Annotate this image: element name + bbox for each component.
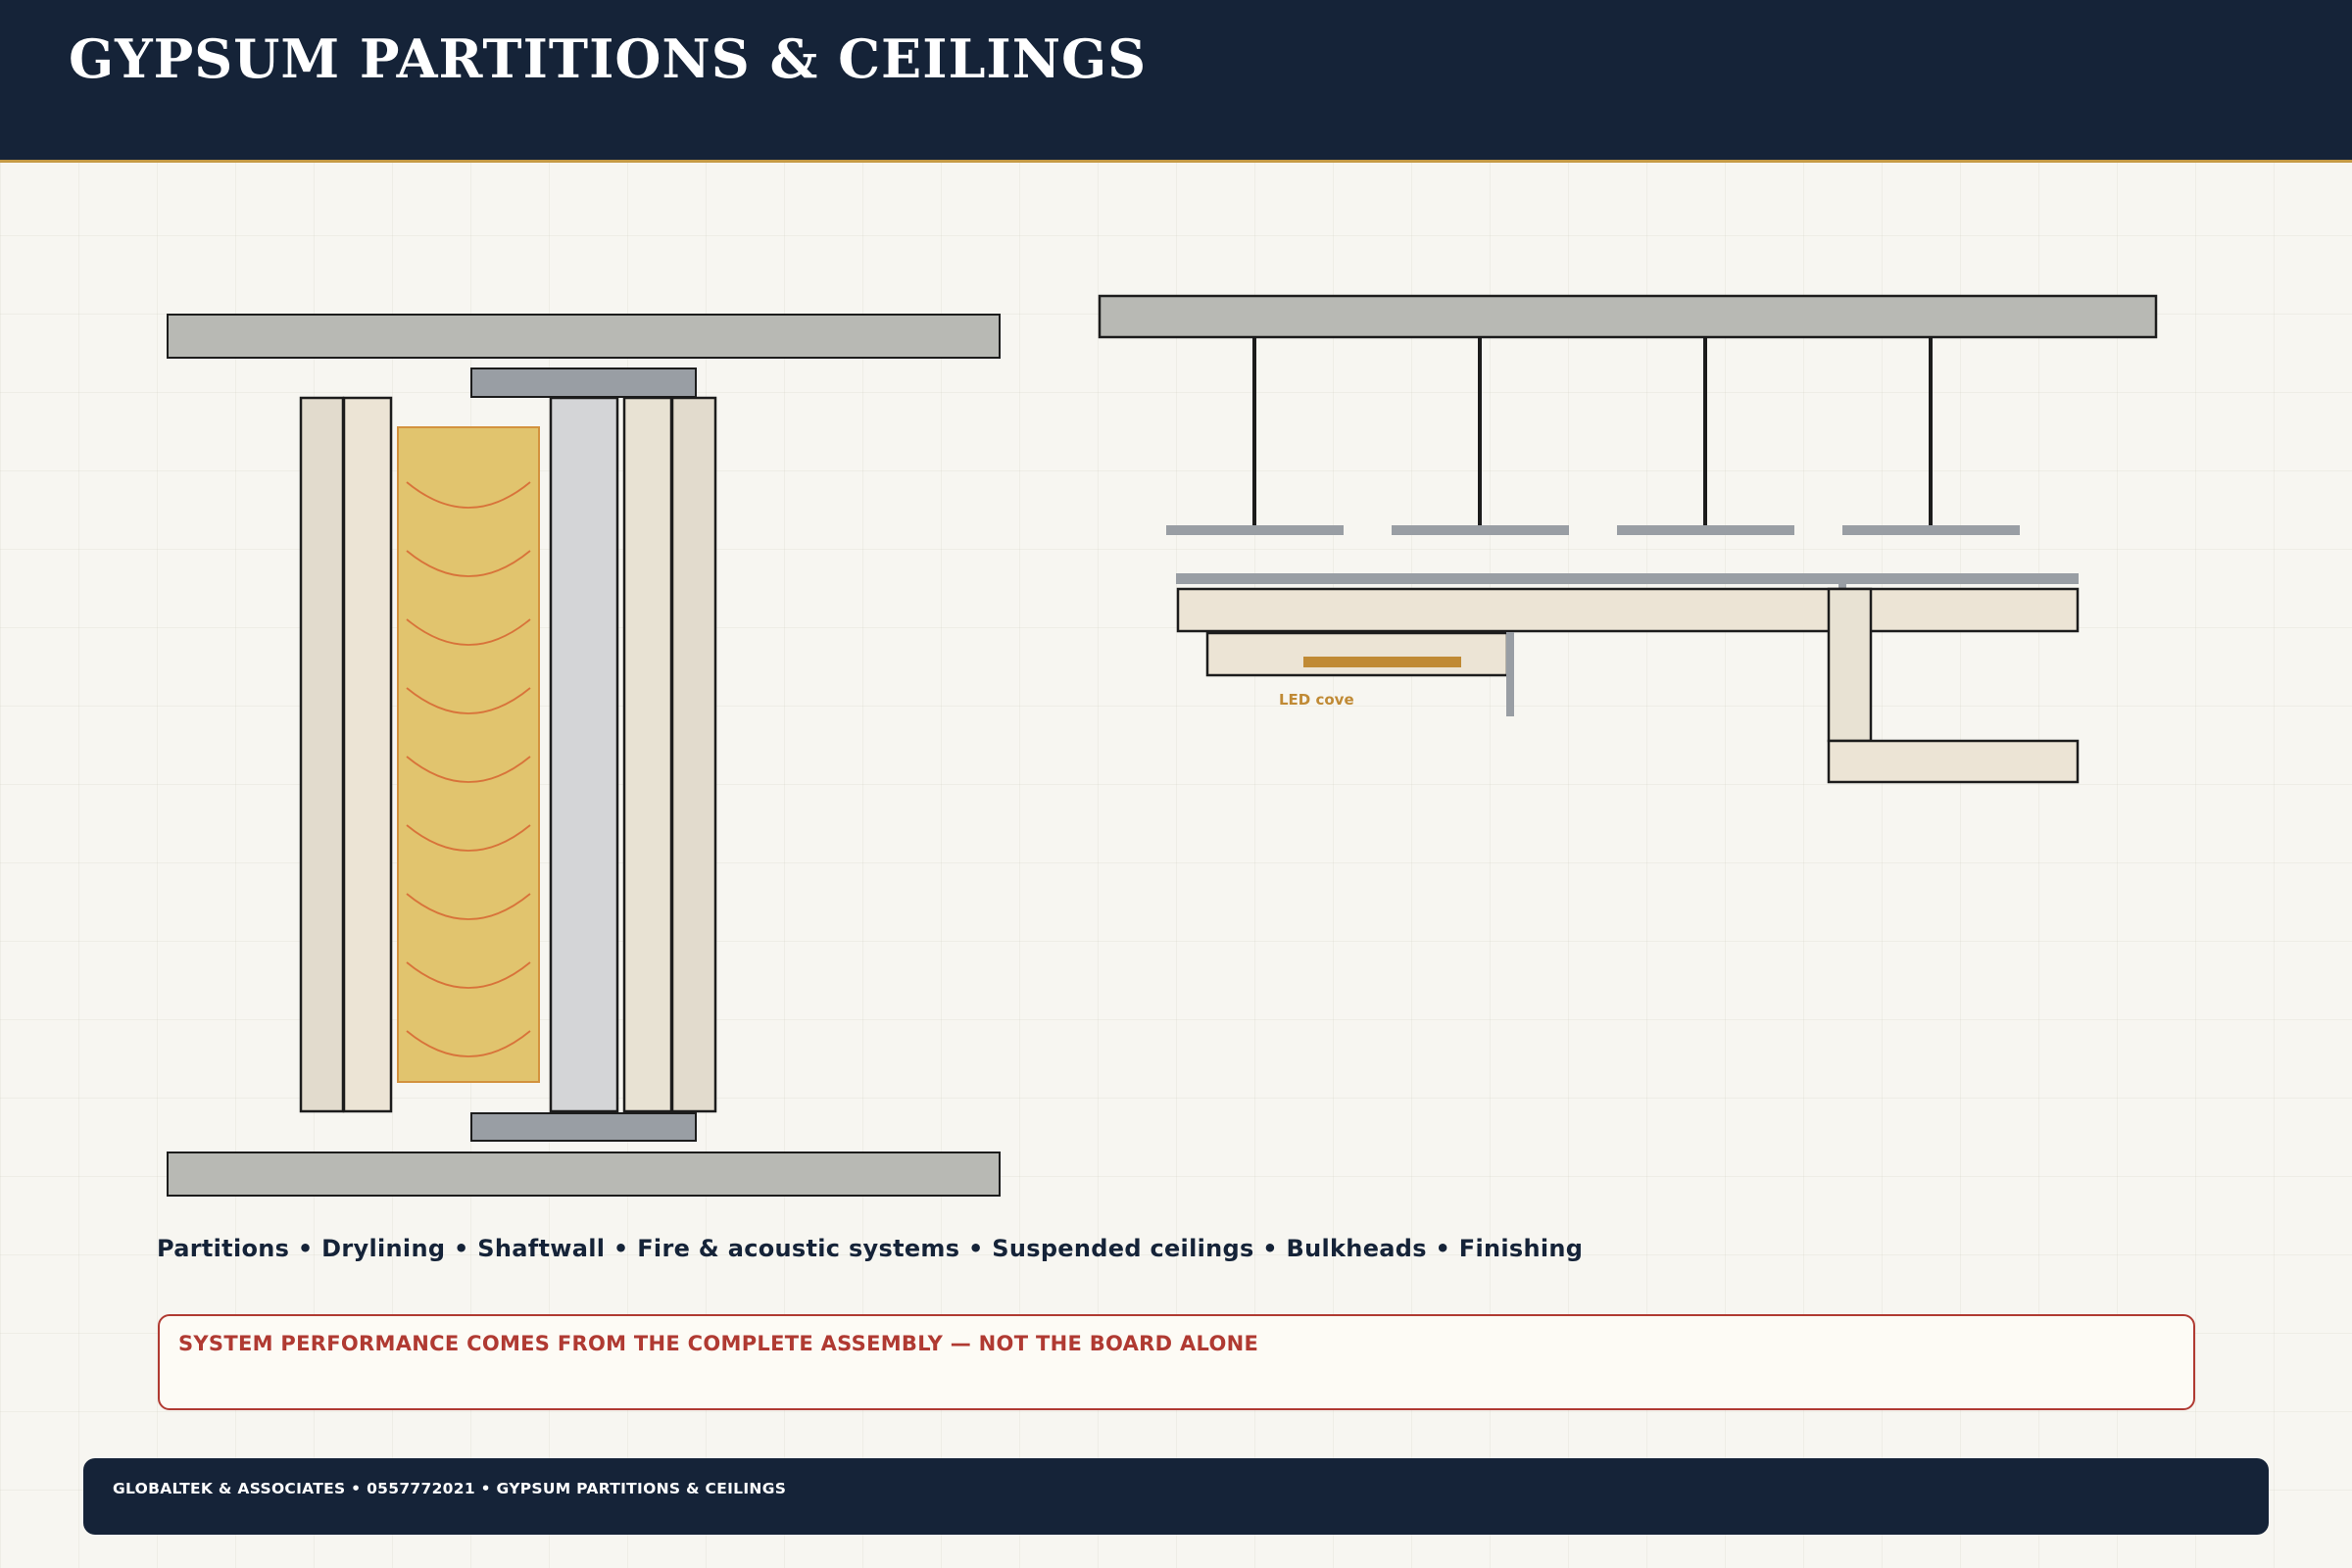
led-strip [1303,657,1461,667]
cove-trim [1506,632,1514,716]
primary-channel [1617,525,1794,535]
performance-callout: SYSTEM PERFORMANCE COMES FROM THE COMPLE… [158,1314,2195,1410]
board-layer-left-outer [299,396,345,1113]
soffit-slab [1098,294,2158,339]
steel-stud [549,396,619,1113]
primary-channels [1166,525,2020,535]
primary-channel [1166,525,1344,535]
board-layer-right-inner [622,396,673,1113]
primary-channel [1392,525,1569,535]
board-layer-left-inner [342,396,393,1113]
furring-channel [1176,573,2079,584]
base-track [470,1112,697,1142]
footer-bar: GLOBALTEK & ASSOCIATES • 0557772021 • GY… [83,1458,2269,1535]
top-slab [167,314,1001,359]
hangers [1252,337,1933,526]
bulkhead-soffit [1827,739,2080,784]
led-cove-label: LED cove [1279,691,1354,709]
primary-channel [1842,525,2020,535]
footer-text: GLOBALTEK & ASSOCIATES • 0557772021 • GY… [113,1480,787,1497]
led-cove-board [1205,631,1509,677]
bulkhead-riser [1827,587,1873,743]
partition-section-diagram [167,314,1001,1197]
ceiling-section-diagram: LED cove [1098,294,2158,784]
board-layer-right-outer [670,396,717,1113]
floor-slab [167,1152,1001,1197]
head-track [470,368,697,398]
insulation-infill [397,426,540,1083]
callout-text: SYSTEM PERFORMANCE COMES FROM THE COMPLE… [178,1332,1259,1355]
ceiling-board [1176,587,2080,633]
services-list: Partitions • Drylining • Shaftwall • Fir… [157,1235,1584,1262]
